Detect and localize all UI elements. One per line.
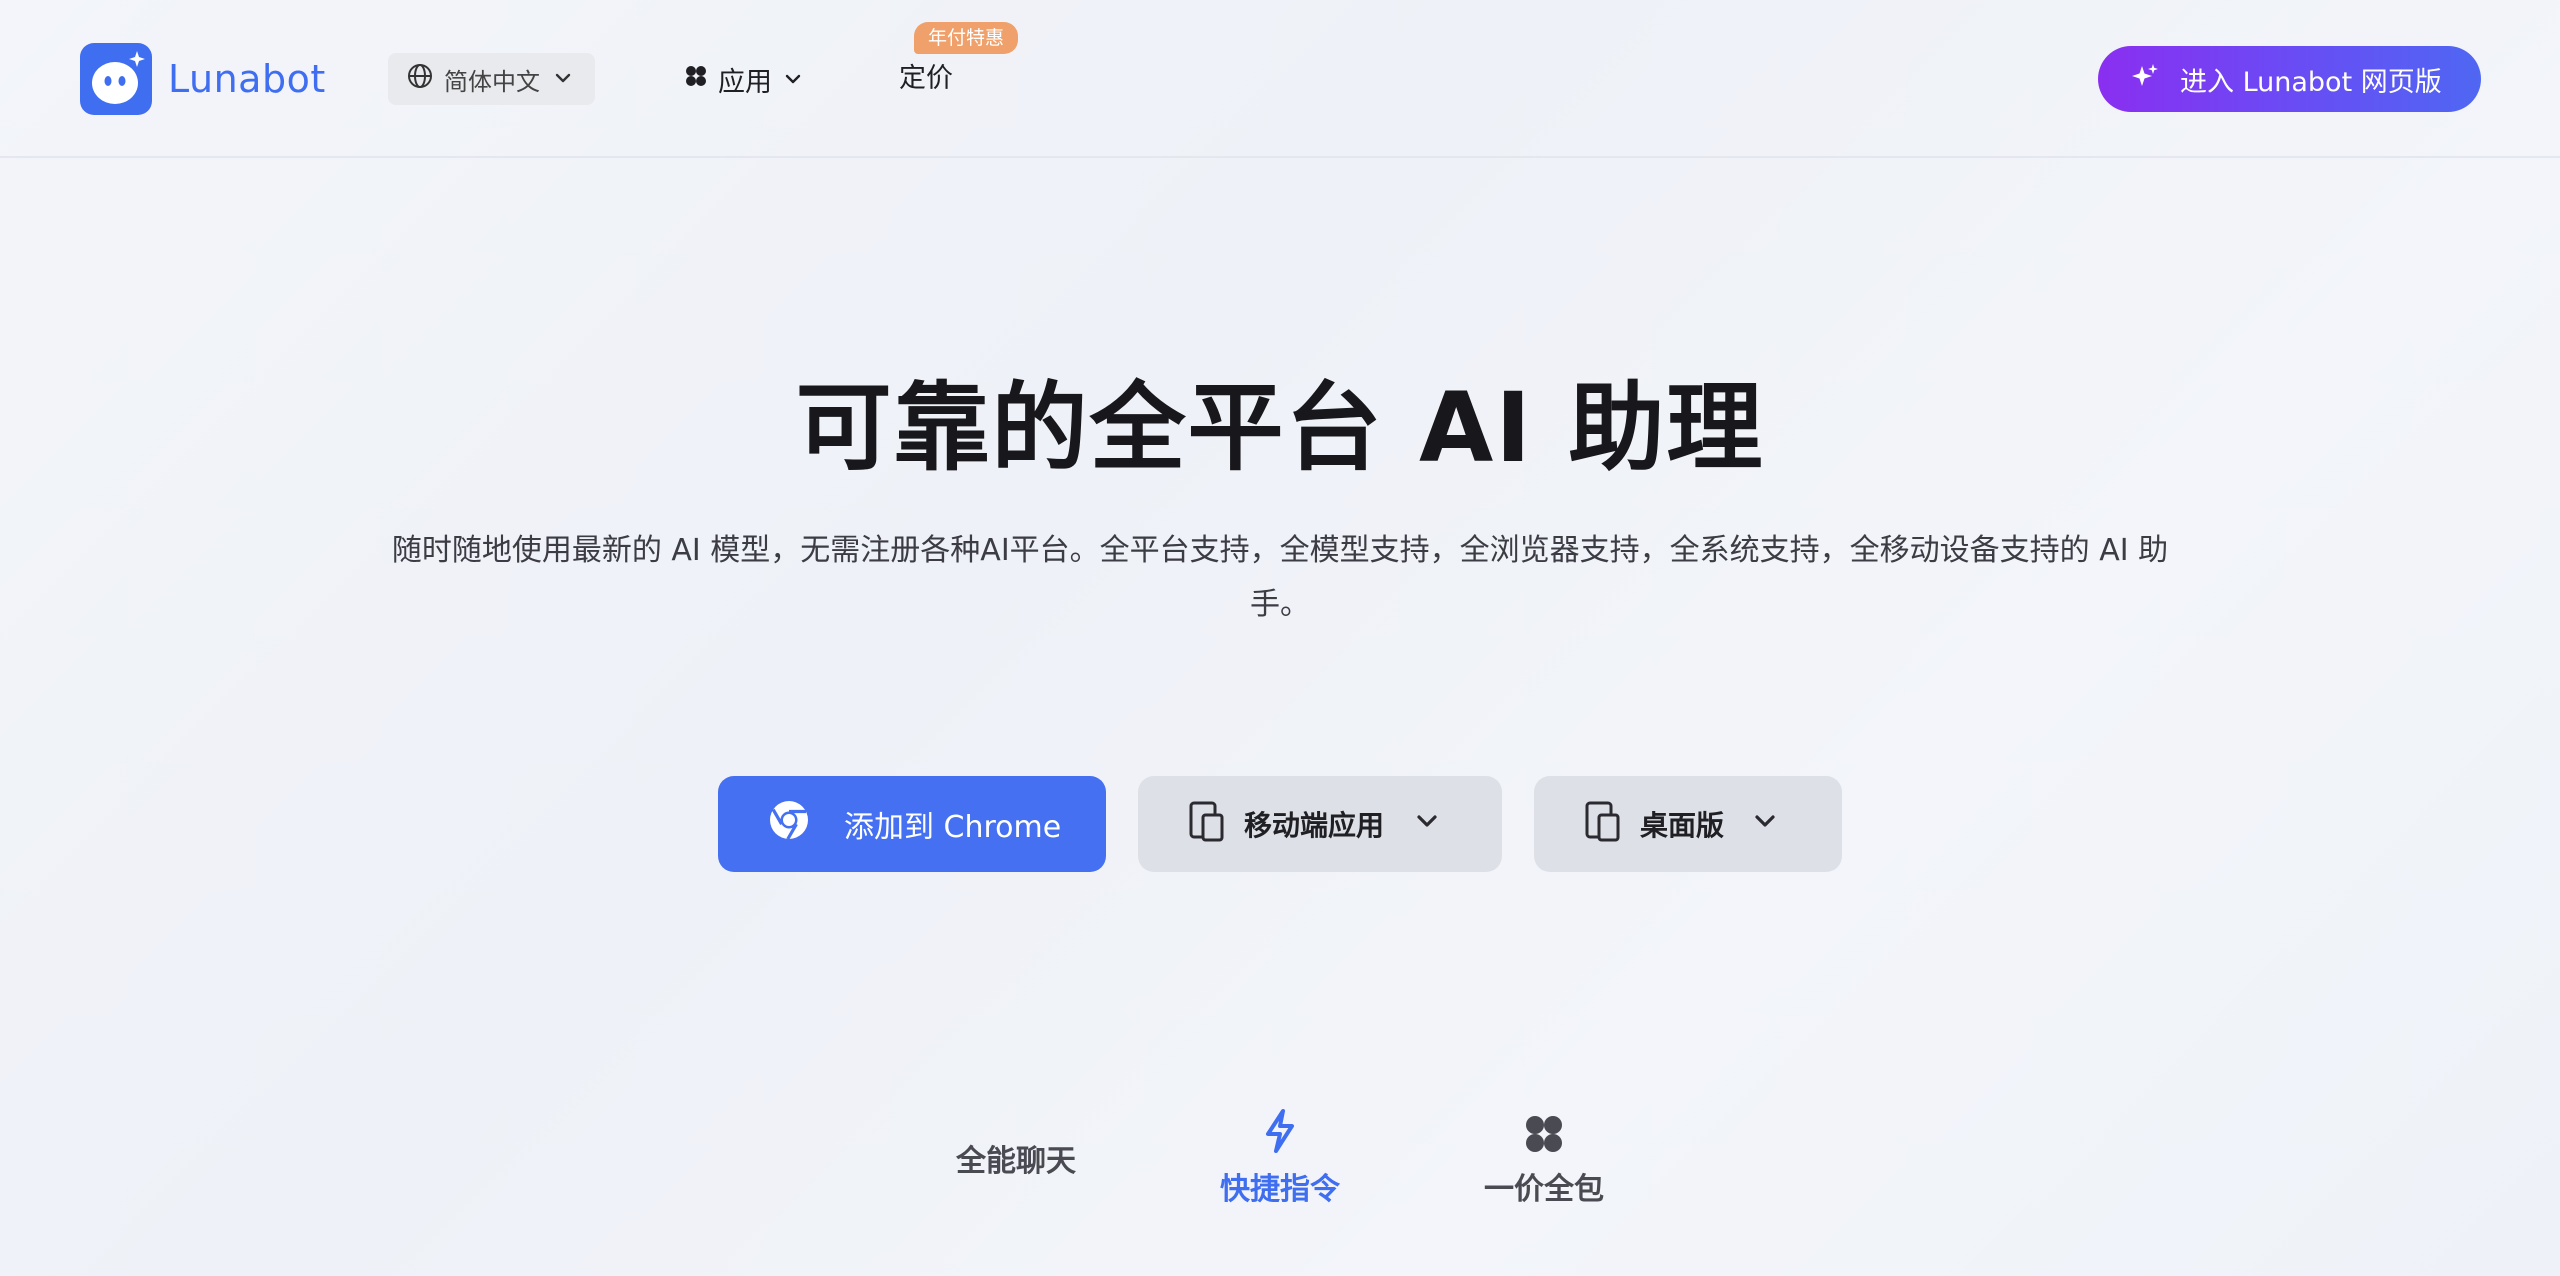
chevron-down-icon — [554, 65, 572, 93]
brand-logo-link[interactable]: Lunabot — [80, 43, 326, 115]
chrome-icon — [768, 799, 810, 849]
brand-name: Lunabot — [168, 57, 326, 101]
nav-apps-label: 应用 — [718, 66, 772, 98]
feature-tab-bundle[interactable]: 一价全包 — [1454, 1108, 1634, 1208]
feature-tab-label: 快捷指令 — [1220, 1172, 1340, 1207]
devices-icon — [1188, 800, 1226, 849]
chevron-down-icon — [1752, 808, 1778, 841]
mobile-app-label: 移动端应用 — [1244, 809, 1385, 842]
language-label: 简体中文 — [444, 67, 540, 96]
nav-pricing-link[interactable]: 定价 — [899, 58, 953, 100]
devices-icon — [1584, 800, 1622, 849]
enter-web-app-label: 进入 Lunabot 网页版 — [2180, 66, 2442, 98]
apps-grid-icon — [684, 64, 708, 95]
nav-apps-menu[interactable]: 应用 — [684, 58, 802, 100]
lunabot-logo-icon — [80, 43, 152, 115]
mobile-app-button[interactable]: 移动端应用 — [1138, 776, 1502, 872]
language-selector[interactable]: 简体中文 — [388, 53, 595, 105]
hero-title: 可靠的全平台 AI 助理 — [795, 372, 1765, 484]
feature-tab-label: 全能聊天 — [956, 1144, 1076, 1179]
chevron-down-icon — [784, 64, 802, 95]
globe-icon — [406, 62, 434, 96]
enter-web-app-button[interactable]: 进入 Lunabot 网页版 — [2098, 46, 2481, 112]
sparkle-icon — [2130, 61, 2160, 98]
lightning-icon — [1262, 1108, 1298, 1162]
chevron-down-icon — [1414, 808, 1440, 841]
desktop-app-button[interactable]: 桌面版 — [1534, 776, 1842, 872]
add-to-chrome-button[interactable]: 添加到 Chrome — [718, 776, 1106, 872]
feature-tab-label: 一价全包 — [1484, 1172, 1604, 1207]
top-navigation-bar: Lunabot 简体中文 应用 定价 年付特惠 进入 Lunabot 网页版 — [0, 0, 2560, 158]
feature-tab-chat[interactable]: 全能聊天 — [926, 1108, 1106, 1208]
grid-icon — [1524, 1114, 1564, 1162]
desktop-app-label: 桌面版 — [1640, 809, 1725, 842]
hero-subtitle: 随时随地使用最新的 AI 模型，无需注册各种AI平台。全平台支持，全模型支持，全… — [391, 533, 2169, 622]
add-to-chrome-label: 添加到 Chrome — [844, 810, 1062, 845]
feature-tab-shortcuts[interactable]: 快捷指令 — [1190, 1108, 1370, 1208]
promo-badge: 年付特惠 — [914, 22, 1019, 54]
